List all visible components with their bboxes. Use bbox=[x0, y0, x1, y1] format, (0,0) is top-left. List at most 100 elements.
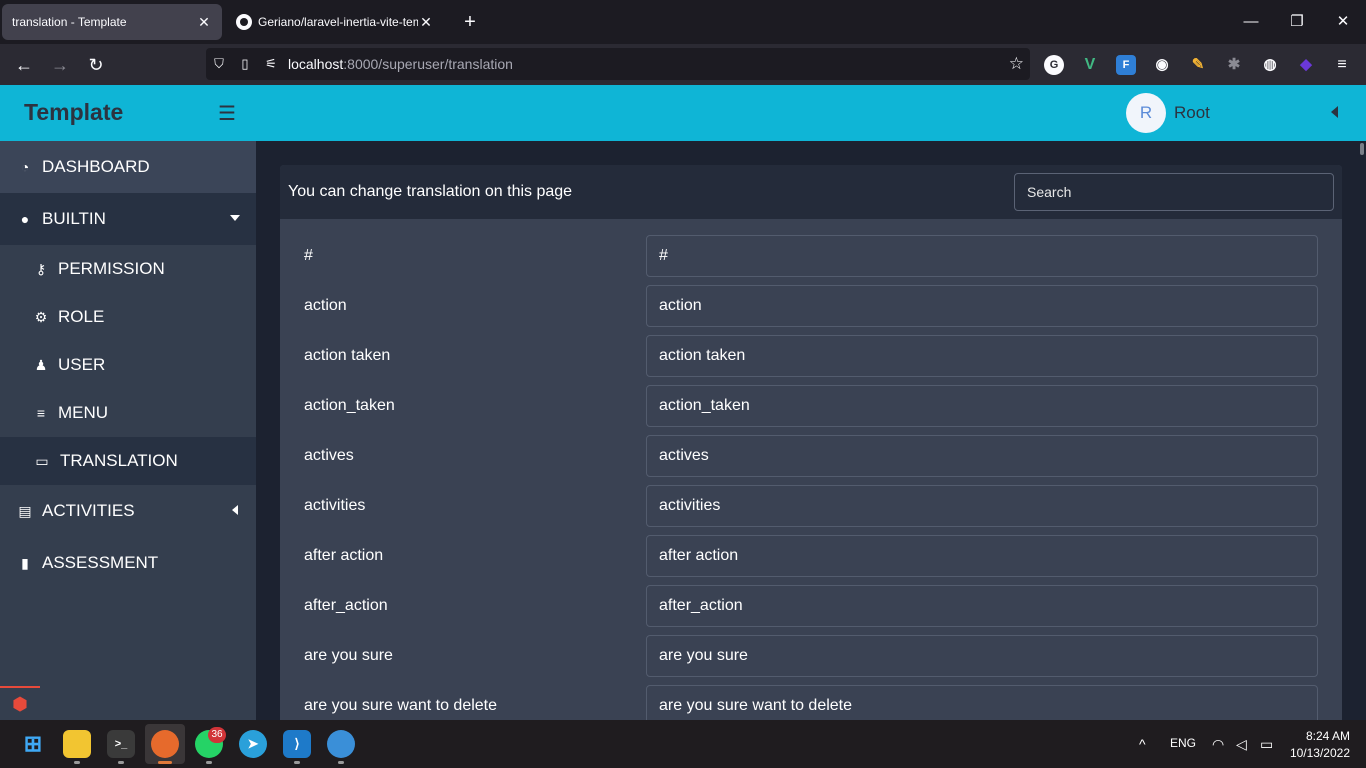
translation-value-input[interactable]: action bbox=[646, 285, 1318, 327]
url-text[interactable]: localhost:8000/superuser/translation bbox=[288, 56, 513, 72]
sidebar-item-user[interactable]: ♟ USER bbox=[0, 341, 256, 389]
back-arrow-icon[interactable]: ← bbox=[9, 50, 39, 80]
gem-icon[interactable]: ◆ bbox=[1296, 55, 1316, 75]
translation-row: are you sure want to delete are you sure… bbox=[280, 685, 1342, 720]
search-input[interactable] bbox=[1014, 173, 1334, 211]
translation-card: You can change translation on this page … bbox=[280, 165, 1342, 720]
brand-title[interactable]: Template bbox=[24, 99, 123, 126]
translation-value-input[interactable]: action_taken bbox=[646, 385, 1318, 427]
terminal-icon[interactable]: >_ bbox=[107, 730, 135, 758]
volume-icon[interactable]: ◁ bbox=[1236, 736, 1247, 753]
page-title: You can change translation on this page bbox=[288, 183, 573, 200]
grammarly-icon[interactable]: G bbox=[1044, 55, 1064, 75]
scrollbar[interactable] bbox=[1360, 141, 1364, 720]
sidebar-item-label: TRANSLATION bbox=[60, 451, 178, 470]
file-clock-icon: ▮ bbox=[21, 555, 29, 571]
card-header: You can change translation on this page bbox=[280, 165, 1342, 219]
caret-left-icon[interactable] bbox=[1331, 106, 1338, 118]
gauge-icon: ◔ bbox=[20, 159, 30, 175]
globe-icon[interactable]: ◍ bbox=[1260, 55, 1280, 75]
browser-tab-bar: translation - Template ✕ Geriano/laravel… bbox=[0, 0, 1366, 44]
sidebar-item-role[interactable]: ⚙ ROLE bbox=[0, 293, 256, 341]
translation-value-input[interactable]: after action bbox=[646, 535, 1318, 577]
app-icon[interactable] bbox=[327, 730, 355, 758]
browser-tab-active[interactable]: translation - Template ✕ bbox=[2, 4, 222, 40]
os-taskbar: ⊞ >_ ➤ ⟩ bbox=[0, 720, 1366, 768]
reload-icon[interactable]: ↻ bbox=[81, 50, 111, 80]
language-indicator[interactable]: ENG bbox=[1170, 736, 1196, 750]
windows-start-icon[interactable]: ⊞ bbox=[19, 730, 47, 758]
sidebar-item-menu[interactable]: ≡ MENU bbox=[0, 389, 256, 437]
vscode-icon[interactable]: ⟩ bbox=[283, 730, 311, 758]
sidebar-item-assessment[interactable]: ▮ ASSESSMENT bbox=[0, 537, 256, 589]
translation-list: # # action action action taken action ta… bbox=[280, 235, 1342, 720]
page-icon[interactable]: ▯ bbox=[232, 56, 258, 72]
translation-row: action_taken action_taken bbox=[280, 385, 1342, 435]
browser-tab-github[interactable]: Geriano/laravel-inertia-vite-tem ✕ bbox=[226, 4, 444, 40]
url-host: localhost bbox=[288, 56, 344, 72]
app-header: Template ☰ R Root bbox=[0, 85, 1366, 141]
caret-left-icon bbox=[232, 505, 238, 515]
sidebar-item-builtin[interactable]: ● BUILTIN bbox=[0, 193, 256, 245]
cookie-icon[interactable]: ◉ bbox=[1152, 55, 1172, 75]
bookmark-star-icon[interactable]: ☆ bbox=[1009, 54, 1024, 74]
sidebar-item-dashboard[interactable]: ◔ DASHBOARD bbox=[0, 141, 256, 193]
translation-value-input[interactable]: activities bbox=[646, 485, 1318, 527]
user-icon: ♟ bbox=[34, 357, 48, 373]
wifi-icon[interactable]: ◠ bbox=[1212, 736, 1224, 753]
translation-value-input[interactable]: are you sure bbox=[646, 635, 1318, 677]
chevron-up-icon[interactable]: ^ bbox=[1139, 736, 1146, 752]
translation-key: action_taken bbox=[304, 397, 395, 414]
translation-value-input[interactable]: # bbox=[646, 235, 1318, 277]
file-explorer-icon[interactable] bbox=[63, 730, 91, 758]
sidebar-item-label: PERMISSION bbox=[58, 259, 165, 278]
translation-key: actives bbox=[304, 447, 354, 464]
address-bar[interactable]: ⛉ ▯ ⚟ localhost:8000/superuser/translati… bbox=[206, 48, 1030, 80]
taskbar-indicator bbox=[118, 761, 124, 764]
telegram-icon[interactable]: ➤ bbox=[239, 730, 267, 758]
fi-extension-icon[interactable]: F bbox=[1116, 55, 1136, 75]
user-name[interactable]: Root bbox=[1174, 103, 1210, 123]
bird-icon[interactable]: ✎ bbox=[1188, 55, 1208, 75]
caret-down-icon bbox=[230, 215, 240, 221]
window-close-icon[interactable]: ✕ bbox=[1320, 8, 1366, 36]
translation-key: action taken bbox=[304, 347, 391, 364]
translation-key: activities bbox=[304, 497, 366, 514]
translation-value-input[interactable]: actives bbox=[646, 435, 1318, 477]
sidebar-item-label: MENU bbox=[58, 403, 109, 422]
battery-icon[interactable]: ▭ bbox=[1260, 736, 1273, 753]
sidebar-item-permission[interactable]: ⚷ PERMISSION bbox=[0, 245, 256, 293]
sidebar-item-activities[interactable]: ▤ ACTIVITIES bbox=[0, 485, 256, 537]
permissions-icon[interactable]: ⚟ bbox=[258, 56, 284, 72]
close-tab-icon[interactable]: ✕ bbox=[418, 14, 434, 31]
menu-icon[interactable]: ≡ bbox=[1332, 55, 1352, 75]
clock-date[interactable]: 10/13/2022 bbox=[1288, 746, 1350, 760]
taskbar-indicator bbox=[338, 761, 344, 764]
laravel-icon[interactable]: ⬢ bbox=[0, 686, 40, 720]
translation-value-input[interactable]: after_action bbox=[646, 585, 1318, 627]
avatar[interactable]: R bbox=[1126, 93, 1166, 133]
scrollbar-thumb[interactable] bbox=[1360, 143, 1364, 155]
translation-row: action action bbox=[280, 285, 1342, 335]
translation-value-input[interactable]: action taken bbox=[646, 335, 1318, 377]
new-tab-button[interactable]: + bbox=[458, 10, 482, 34]
sidebar-item-label: ROLE bbox=[58, 307, 105, 326]
shield-icon[interactable]: ⛉ bbox=[206, 56, 232, 72]
sidebar-item-label: DASHBOARD bbox=[42, 157, 150, 176]
translation-value-input[interactable]: are you sure want to delete bbox=[646, 685, 1318, 720]
sidebar-item-translation[interactable]: ▭ TRANSLATION bbox=[0, 437, 256, 485]
language-icon: ▭ bbox=[35, 453, 49, 469]
hamburger-icon[interactable]: ☰ bbox=[218, 101, 238, 125]
clock-time[interactable]: 8:24 AM bbox=[1300, 729, 1350, 743]
github-icon bbox=[236, 14, 252, 30]
forward-arrow-icon[interactable]: → bbox=[45, 50, 75, 80]
minimize-icon[interactable]: — bbox=[1228, 8, 1274, 36]
translation-key: after_action bbox=[304, 597, 388, 614]
vue-devtools-icon[interactable]: V bbox=[1080, 55, 1100, 75]
bug-icon[interactable]: ✱ bbox=[1224, 55, 1244, 75]
close-tab-icon[interactable]: ✕ bbox=[196, 14, 212, 31]
user-gear-icon: ⚙ bbox=[34, 309, 48, 325]
maximize-icon[interactable]: ❐ bbox=[1274, 8, 1320, 36]
translation-row: actives actives bbox=[280, 435, 1342, 485]
firefox-icon[interactable] bbox=[151, 730, 179, 758]
